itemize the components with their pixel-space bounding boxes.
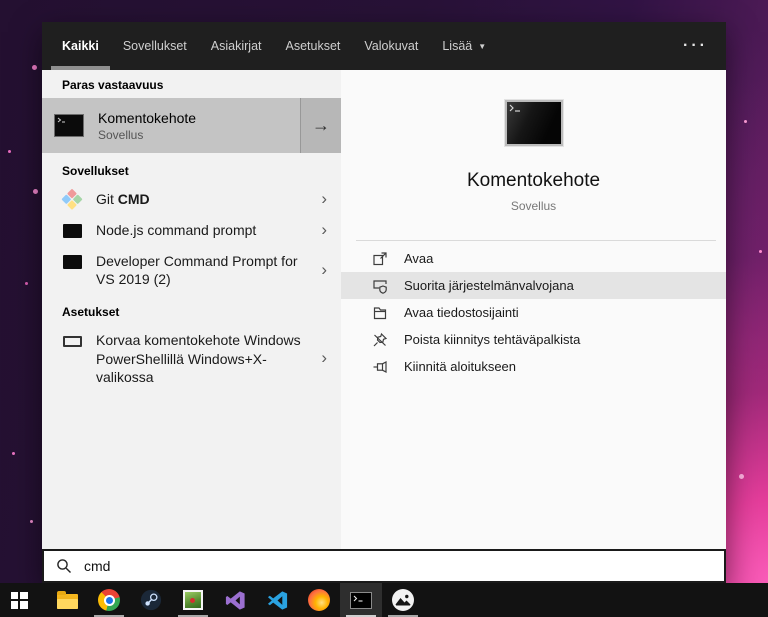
settings-heading: Asetukset [62,305,120,320]
tab-all[interactable]: Kaikki [50,22,111,70]
search-tab-bar: Kaikki Sovellukset Asiakirjat Asetukset … [42,22,726,70]
tab-settings-label: Asetukset [285,39,341,53]
steam-button[interactable] [130,583,172,617]
vs-code-icon [267,590,287,610]
tab-documents-label: Asiakirjat [210,39,262,53]
taskbar [0,583,768,617]
dropdown-arrow-icon: ▼ [478,42,487,51]
tab-photos-label: Valokuvat [364,39,419,53]
tab-settings[interactable]: Asetukset [274,22,353,70]
steam-icon [140,589,162,611]
search-flyout-window: Kaikki Sovellukset Asiakirjat Asetukset … [42,22,726,583]
terminal-icon [62,223,82,238]
preview-title: Komentokehote [466,170,601,191]
search-bar [42,549,726,583]
vs-code-button[interactable] [256,583,298,617]
action-open[interactable]: Avaa [341,245,726,272]
app-item-dev-prompt[interactable]: Developer Command Prompt for VS 2019 (2)… [42,246,341,294]
action-label: Avaa [404,251,434,266]
best-match-title: Komentokehote [98,109,197,126]
best-match-item[interactable]: Komentokehote Sovellus → [42,98,341,153]
best-match-main[interactable]: Komentokehote Sovellus [42,98,300,153]
photos-button[interactable] [382,583,424,617]
search-results-body: Paras vastaavuus Komentokehote Sovellus … [42,70,726,549]
divider [356,240,716,241]
more-options-button[interactable]: ··· [683,37,708,55]
firefox-button[interactable] [298,583,340,617]
command-prompt-icon-large [504,100,563,146]
stars-pink [0,0,3,3]
start-button[interactable] [0,583,38,617]
visual-studio-icon [225,590,245,610]
image-viewer-icon [183,590,203,610]
visual-studio-button[interactable] [214,583,256,617]
windows-logo-icon [10,591,28,609]
tab-more-label: Lisää [442,39,473,53]
terminal-icon [62,255,82,269]
chrome-button[interactable] [88,583,130,617]
app-item-git-cmd[interactable]: Git CMD › [42,184,341,215]
tab-photos[interactable]: Valokuvat [352,22,430,70]
action-label: Poista kiinnitys tehtäväpalkista [404,332,581,347]
tab-all-label: Kaikki [62,39,99,53]
app-item-label: Developer Command Prompt for VS 2019 (2) [96,253,298,288]
photos-icon [392,589,414,611]
settings-toggle-icon [62,334,82,348]
unpin-icon [371,331,388,348]
best-match-expand-button[interactable]: → [300,98,341,153]
open-icon [371,250,388,267]
app-item-label: Git CMD [96,191,150,208]
action-pin-start[interactable]: Kiinnitä aloitukseen [341,353,726,380]
app-item-nodejs-prompt[interactable]: Node.js command prompt › [42,215,341,246]
git-icon [61,188,83,210]
setting-item-replace-cmd[interactable]: Korvaa komentokehote Windows PowerShelli… [42,325,341,392]
apps-heading: Sovellukset [62,164,129,178]
action-label: Suorita järjestelmänvalvojana [404,278,574,293]
best-match-text: Komentokehote Sovellus [98,110,196,142]
tab-apps-label: Sovellukset [122,39,187,53]
action-label: Avaa tiedostosijainti [404,305,519,320]
search-icon [57,559,71,573]
preview-header: Komentokehote Sovellus [341,70,726,213]
action-run-as-admin[interactable]: Suorita järjestelmänvalvojana [341,272,726,299]
action-list: Avaa Suorita järjestelmänvalvojana Avaa … [341,240,726,380]
best-match-heading: Paras vastaavuus [62,78,164,92]
file-explorer-button[interactable] [46,583,88,617]
pin-icon [371,358,388,375]
image-viewer-button[interactable] [172,583,214,617]
chevron-right-icon: › [321,348,327,368]
action-label: Kiinnitä aloitukseen [404,359,517,374]
tab-apps[interactable]: Sovellukset [111,22,199,70]
chevron-right-icon: › [321,220,327,239]
action-unpin-taskbar[interactable]: Poista kiinnitys tehtäväpalkista [341,326,726,353]
file-explorer-icon [56,590,78,609]
command-prompt-icon [54,114,84,137]
preview-subtitle: Sovellus [510,199,557,213]
chrome-icon [98,589,120,611]
firefox-icon [308,589,330,611]
arrow-right-icon: → [312,115,330,135]
tab-documents[interactable]: Asiakirjat [199,22,274,70]
action-open-file-location[interactable]: Avaa tiedostosijainti [341,299,726,326]
folder-icon [371,304,388,321]
admin-shield-icon [371,277,388,294]
setting-item-label: Korvaa komentokehote Windows PowerShelli… [96,332,301,385]
chevron-right-icon: › [321,259,327,279]
app-item-label: Node.js command prompt [96,222,257,239]
best-match-subtitle: Sovellus [98,127,144,142]
results-column: Paras vastaavuus Komentokehote Sovellus … [42,70,341,549]
command-prompt-button[interactable] [340,583,382,617]
preview-panel: Komentokehote Sovellus Avaa Suorita järj… [341,70,726,549]
command-prompt-icon [350,591,372,609]
chevron-right-icon: › [321,189,327,208]
tab-more[interactable]: Lisää ▼ [430,22,498,70]
search-input[interactable] [84,558,712,574]
